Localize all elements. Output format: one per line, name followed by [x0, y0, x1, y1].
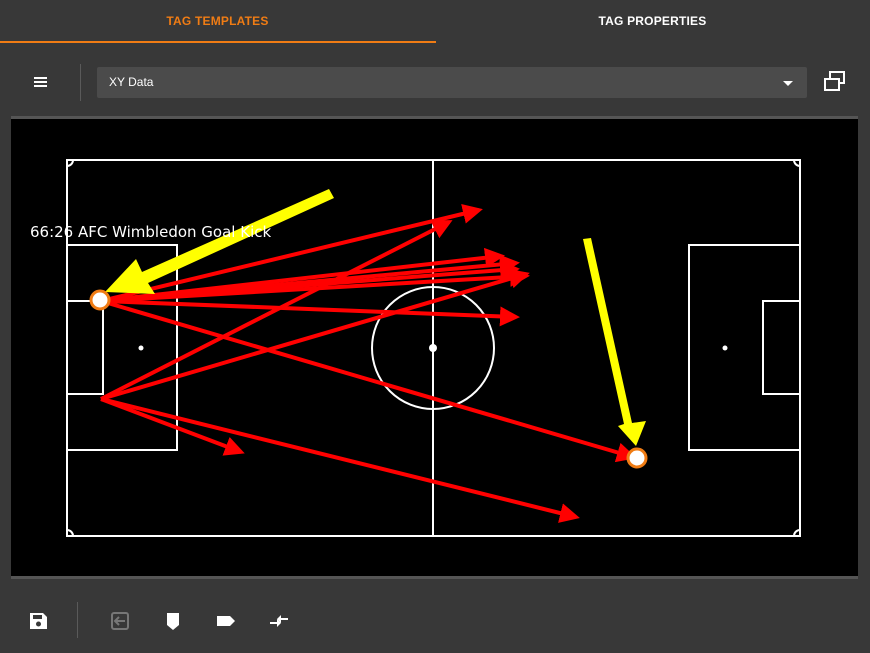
exit-icon[interactable]: [106, 608, 134, 634]
toolbar-divider: [80, 64, 81, 101]
compare-arrows-icon[interactable]: [265, 608, 293, 634]
active-tab-indicator: [0, 41, 436, 43]
template-select[interactable]: XY Data: [97, 67, 807, 98]
event-label: 66:26 AFC Wimbledon Goal Kick: [30, 223, 272, 241]
tab-tag-templates[interactable]: TAG TEMPLATES: [0, 0, 435, 42]
chevron-down-icon: [783, 81, 793, 86]
pitch-graphic: [66, 159, 801, 537]
marker-tag-icon[interactable]: [159, 608, 187, 634]
bottom-divider: [77, 602, 78, 638]
tab-tag-properties[interactable]: TAG PROPERTIES: [435, 0, 870, 42]
toolbar: XY Data: [0, 60, 870, 104]
event-marker-end: [626, 447, 648, 469]
restore-window-icon[interactable]: [820, 69, 850, 97]
label-tag-icon[interactable]: [212, 608, 240, 634]
bottom-toolbar: [0, 598, 870, 642]
save-icon[interactable]: [24, 608, 52, 634]
event-marker-start: [89, 289, 111, 311]
template-select-value: XY Data: [109, 75, 154, 89]
hamburger-menu-icon[interactable]: [26, 69, 56, 95]
pitch-canvas[interactable]: 66:26 AFC Wimbledon Goal Kick: [11, 116, 858, 579]
tab-bar: TAG TEMPLATES TAG PROPERTIES: [0, 0, 870, 43]
